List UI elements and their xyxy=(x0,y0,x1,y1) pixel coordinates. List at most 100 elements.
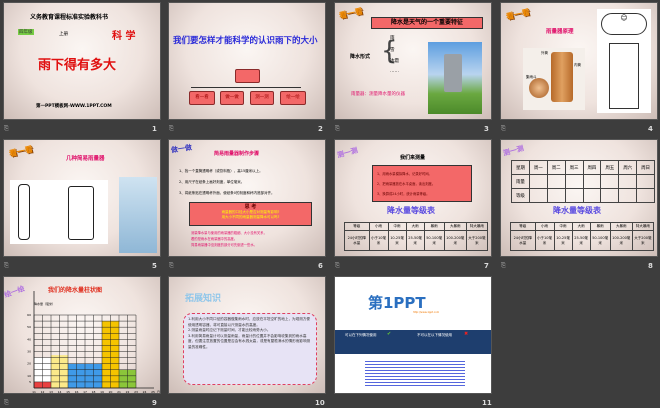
slide-number: 9 xyxy=(152,399,157,407)
x-tick-label: 13 xyxy=(49,390,53,394)
slide-thumbnail-4[interactable]: 看一看 雨量器原理 外筒 内筒 集雨斗 ☺ xyxy=(500,2,658,120)
slide-number: 7 xyxy=(484,262,489,270)
slide-thumbnail-5[interactable]: 看一看 几种简易雨量器 xyxy=(3,139,161,257)
table-header-row: 等级 小雨 中雨 大雨 暴雨 大暴雨 特大暴雨 xyxy=(344,222,489,231)
slide-thumbnail-3[interactable]: 看一看 降水是天气的一个重要特征 降水形式 { 雨 雪 冰雹 …… 雨量器：测量… xyxy=(334,2,492,120)
paragraph: 3.利用简易雨量计可以测量雨量，雨量计的位置并不会影响收集到的雨水高度，但要注意… xyxy=(188,333,311,349)
slide-thumbnail-2[interactable]: 我们要怎样才能科学的认识雨下的大小 看一看 做一做 测一测 绘一绘 xyxy=(168,2,326,120)
series-title: 义务教育课程标准实验教科书 xyxy=(30,14,109,21)
gauge-diagram: ☺ xyxy=(597,9,651,113)
think-box: 思 考 雨量器的口径大小是否对测量有影响? 用大小不同的雨量器测量降水可以吗? xyxy=(189,202,312,226)
step: 1、用雨水量模拟降水，记录好时间。 xyxy=(377,172,432,176)
transition-icon: ⎘ xyxy=(501,262,506,269)
y-tick-label: 40 xyxy=(27,337,31,341)
slide-number: 6 xyxy=(318,262,323,270)
step: 3、换算成24小时，统计雨量等级。 xyxy=(377,192,430,196)
slide-thumbnail-1[interactable]: 义务教育课程标准实验教科书 四年级 上册 科 学 雨下得有多大 第一PPT模板网… xyxy=(3,2,161,120)
precip-grade-table: 等级 小雨 中雨 大雨 暴雨 大暴雨 特大暴雨 24小时的降水量 小于10毫米 10-25毫米 2… xyxy=(344,222,489,251)
slide-title: 几种简易雨量器 xyxy=(66,156,105,162)
slide-title: 我们来测量 xyxy=(400,155,426,161)
link-list xyxy=(365,359,465,387)
transition-icon: ⎘ xyxy=(169,125,174,132)
slide-title: 雨下得有多大 xyxy=(38,58,117,73)
slide-number: 3 xyxy=(484,125,489,133)
step: 1、找一个直筒透明杯（或饮料瓶），高15厘米以上。 xyxy=(179,169,263,173)
transition-icon: ⎘ xyxy=(335,125,340,132)
check-icon: ✔ xyxy=(387,331,392,337)
slide-number: 10 xyxy=(315,399,325,407)
diagram-root xyxy=(235,69,260,83)
slide-thumbnail-8[interactable]: 测一测 星期 周一 周二 周三 周四 周五 周六 周日 雨量 等级 降水量等级表 等级 小雨 中雨… xyxy=(500,139,658,257)
x-tick-label: 23 xyxy=(134,390,138,394)
cross-icon: ✖ xyxy=(464,331,469,337)
table-header-row: 等级 小雨 中雨 大雨 暴雨 大暴雨 特大暴雨 xyxy=(510,222,655,231)
x-tick-label: 15 xyxy=(66,390,70,394)
section-tag: 测一测 xyxy=(502,144,525,158)
table-title: 降水量等级表 xyxy=(553,206,601,215)
step-box: 看一看 xyxy=(189,91,215,105)
slide-thumbnail-10[interactable]: 拓展知识 1.利用大小不同口径的容器做集雨水时，应放在平坦空旷的地上，为观测方便… xyxy=(168,276,326,394)
x-tick-label: 19 xyxy=(100,390,104,394)
table-row: 24小时的降水量 小于10毫米 10-25毫米 25-50毫米 50-100毫米 100-… xyxy=(344,230,489,251)
table-row: 24小时的降水量 小于10毫米 10-25毫米 25-50毫米 50-100毫米 100-… xyxy=(510,230,655,251)
transition-icon: ⎘ xyxy=(501,125,506,132)
section-tag: 看一看 xyxy=(338,6,364,21)
section-tag: 做一做 xyxy=(170,143,193,155)
think-title: 思 考 xyxy=(244,204,257,210)
transition-icon: ⎘ xyxy=(169,262,174,269)
y-tick-label: 20 xyxy=(27,362,31,366)
slide-number: 11 xyxy=(482,399,492,407)
cup-photo xyxy=(119,177,157,253)
grade-label: 四年级 xyxy=(18,29,34,35)
table-row: 等级 xyxy=(511,188,655,203)
note: 看的是雨水在雨量器中的高度。 xyxy=(191,237,238,241)
logo-url: http://www.1ppt.com xyxy=(413,311,440,314)
step-box: 绘一绘 xyxy=(280,91,306,105)
paragraph: 1.利用大小不同口径的容器做集雨水时，应放在平坦空旷的地上，为观测方便使用透明容… xyxy=(188,317,311,327)
slide-thumbnail-6[interactable]: 做一做 简易雨量器制作步骤 1、找一个直筒透明杯（或饮料瓶），高15厘米以上。 … xyxy=(168,139,326,257)
y-tick-label: 50 xyxy=(27,325,31,329)
step: 2、用尺子在纸条上画好刻度，单位毫米。 xyxy=(179,180,245,184)
x-tick-label: 20 xyxy=(109,390,113,394)
slide-number: 5 xyxy=(152,262,157,270)
label: 外筒 xyxy=(541,51,548,55)
step-box: 测一测 xyxy=(250,91,274,105)
x-tick-label: 25 xyxy=(151,390,155,394)
caption: 雨量器：测量降水量的仪器 xyxy=(351,92,405,97)
diagram-image xyxy=(10,180,108,244)
rain-gauge-photo xyxy=(428,42,482,114)
note: 测量降水量与使用的雨量器的粗细、大小没有关系， xyxy=(191,231,267,235)
logo: 第1PPT xyxy=(368,294,426,312)
slide-thumbnail-7[interactable]: 测一测 我们来测量 1、用雨水量模拟降水，记录好时间。 2、把雨量器放在水平桌面… xyxy=(334,139,492,257)
form-item: 雨 xyxy=(390,36,395,41)
slide-number: 1 xyxy=(152,125,157,133)
transition-icon: ⎘ xyxy=(4,125,9,132)
section-tag: 看一看 xyxy=(505,7,531,22)
y-tick-label: 5 xyxy=(29,380,31,384)
transition-icon: ⎘ xyxy=(335,262,340,269)
form-item: …… xyxy=(390,69,399,74)
slide-title: 拓展知识 xyxy=(185,294,222,304)
step: 2、把雨量器放在水平桌面，读出刻度。 xyxy=(377,182,436,186)
slide-title: 我们要怎样才能科学的认识雨下的大小 xyxy=(173,36,318,46)
slide-title: 雨量器原理 xyxy=(546,29,574,35)
x-axis-label: 日期 xyxy=(157,389,161,394)
can-use-label: 可以在下列情况使用 xyxy=(345,333,377,337)
cannot-use-label: 不可以在以下情况使用 xyxy=(417,333,452,337)
slide-number: 4 xyxy=(648,125,653,133)
precip-grade-table: 等级 小雨 中雨 大雨 暴雨 大暴雨 特大暴雨 24小时的降水量 小于10毫米 10-25毫米 2… xyxy=(510,222,655,251)
term-label: 上册 xyxy=(59,32,68,37)
precip-label: 降水形式 xyxy=(350,54,371,60)
table-title: 降水量等级表 xyxy=(387,206,435,215)
y-tick-label: 60 xyxy=(27,313,31,317)
knowledge-box: 1.利用大小不同口径的容器做集雨水时，应放在平坦空旷的地上，为观测方便使用透明容… xyxy=(183,313,317,385)
slide-thumbnail-9[interactable]: 绘一绘 我们的降水量柱状图 降水量（毫米） 5 10 20 30 40 50 60 11 12 1… xyxy=(3,276,161,394)
x-tick-label: 17 xyxy=(83,390,87,394)
slide-title: 简易雨量器制作步骤 xyxy=(214,151,260,157)
table-row: 雨量 xyxy=(511,174,655,189)
y-tick-label: 30 xyxy=(27,350,31,354)
think-question: 用大小不同的雨量器测量降水可以吗? xyxy=(221,215,280,219)
note: 简易雨量器中没刻度的部分可先倒进一些水。 xyxy=(191,243,257,247)
slide-number: 8 xyxy=(648,262,653,270)
slide-thumbnail-11[interactable]: 第1PPT http://www.1ppt.com 可以在下列情况使用 ✔ 不可… xyxy=(334,276,492,394)
